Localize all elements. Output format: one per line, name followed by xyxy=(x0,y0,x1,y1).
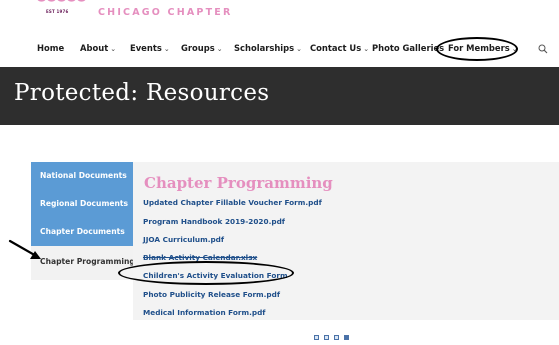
pager-dot[interactable] xyxy=(334,335,339,340)
logo-mark: EST 1976 xyxy=(36,0,90,18)
nav-groups[interactable]: Groups ⌄ xyxy=(181,43,223,53)
pager-dot[interactable] xyxy=(344,335,349,340)
document-link[interactable]: Updated Chapter Fillable Voucher Form.pd… xyxy=(143,198,322,207)
pager-dot[interactable] xyxy=(324,335,329,340)
hand-drawn-circle-annotation xyxy=(436,37,518,61)
nav-about-label: About xyxy=(80,43,109,53)
chevron-down-icon: ⌄ xyxy=(363,45,370,53)
nav-home[interactable]: Home xyxy=(37,43,64,53)
tab-regional-documents[interactable]: Regional Documents xyxy=(31,190,133,218)
nav-scholarships-label: Scholarships xyxy=(234,43,295,53)
arrow-annotation-icon xyxy=(8,239,41,259)
chevron-down-icon: ⌄ xyxy=(296,45,303,53)
nav-contact-us-label: Contact Us xyxy=(310,43,362,53)
site-logo[interactable]: EST 1976 CHICAGO CHAPTER xyxy=(36,0,236,22)
tab-national-documents[interactable]: National Documents xyxy=(31,162,133,190)
nav-events-label: Events xyxy=(130,43,162,53)
nav-about[interactable]: About ⌄ xyxy=(80,43,116,53)
nav-groups-label: Groups xyxy=(181,43,215,53)
chevron-down-icon: ⌄ xyxy=(163,45,170,53)
tab-chapter-programming[interactable]: Chapter Programming xyxy=(31,246,135,280)
logo-text: CHICAGO CHAPTER xyxy=(98,7,233,18)
document-link[interactable]: Program Handbook 2019-2020.pdf xyxy=(143,217,285,226)
page-title: Protected: Resources xyxy=(14,80,270,106)
logo-est: EST 1976 xyxy=(46,9,69,14)
nav-scholarships[interactable]: Scholarships ⌄ xyxy=(234,43,302,53)
tab-chapter-documents[interactable]: Chapter Documents xyxy=(31,218,133,246)
nav-events[interactable]: Events ⌄ xyxy=(130,43,170,53)
page-title-bar: Protected: Resources xyxy=(0,67,559,125)
document-link[interactable]: Photo Publicity Release Form.pdf xyxy=(143,290,280,299)
chevron-down-icon: ⌄ xyxy=(216,45,223,53)
nav-photo-galleries[interactable]: Photo Galleries xyxy=(372,43,444,53)
nav-contact-us[interactable]: Contact Us ⌄ xyxy=(310,43,369,53)
document-link[interactable]: JJOA Curriculum.pdf xyxy=(143,235,224,244)
nav-photo-galleries-label: Photo Galleries xyxy=(372,43,445,53)
pager-dot[interactable] xyxy=(314,335,319,340)
pager xyxy=(314,335,354,341)
document-link[interactable]: Medical Information Form.pdf xyxy=(143,308,265,317)
logo-scallops-icon xyxy=(37,0,86,2)
nav-home-label: Home xyxy=(37,43,65,53)
panel-heading: Chapter Programming xyxy=(144,174,333,192)
chevron-down-icon: ⌄ xyxy=(110,45,117,53)
search-icon[interactable] xyxy=(538,44,548,54)
hand-drawn-circle-annotation xyxy=(118,261,294,285)
tab-content-panel: Chapter Programming Updated Chapter Fill… xyxy=(133,162,559,320)
